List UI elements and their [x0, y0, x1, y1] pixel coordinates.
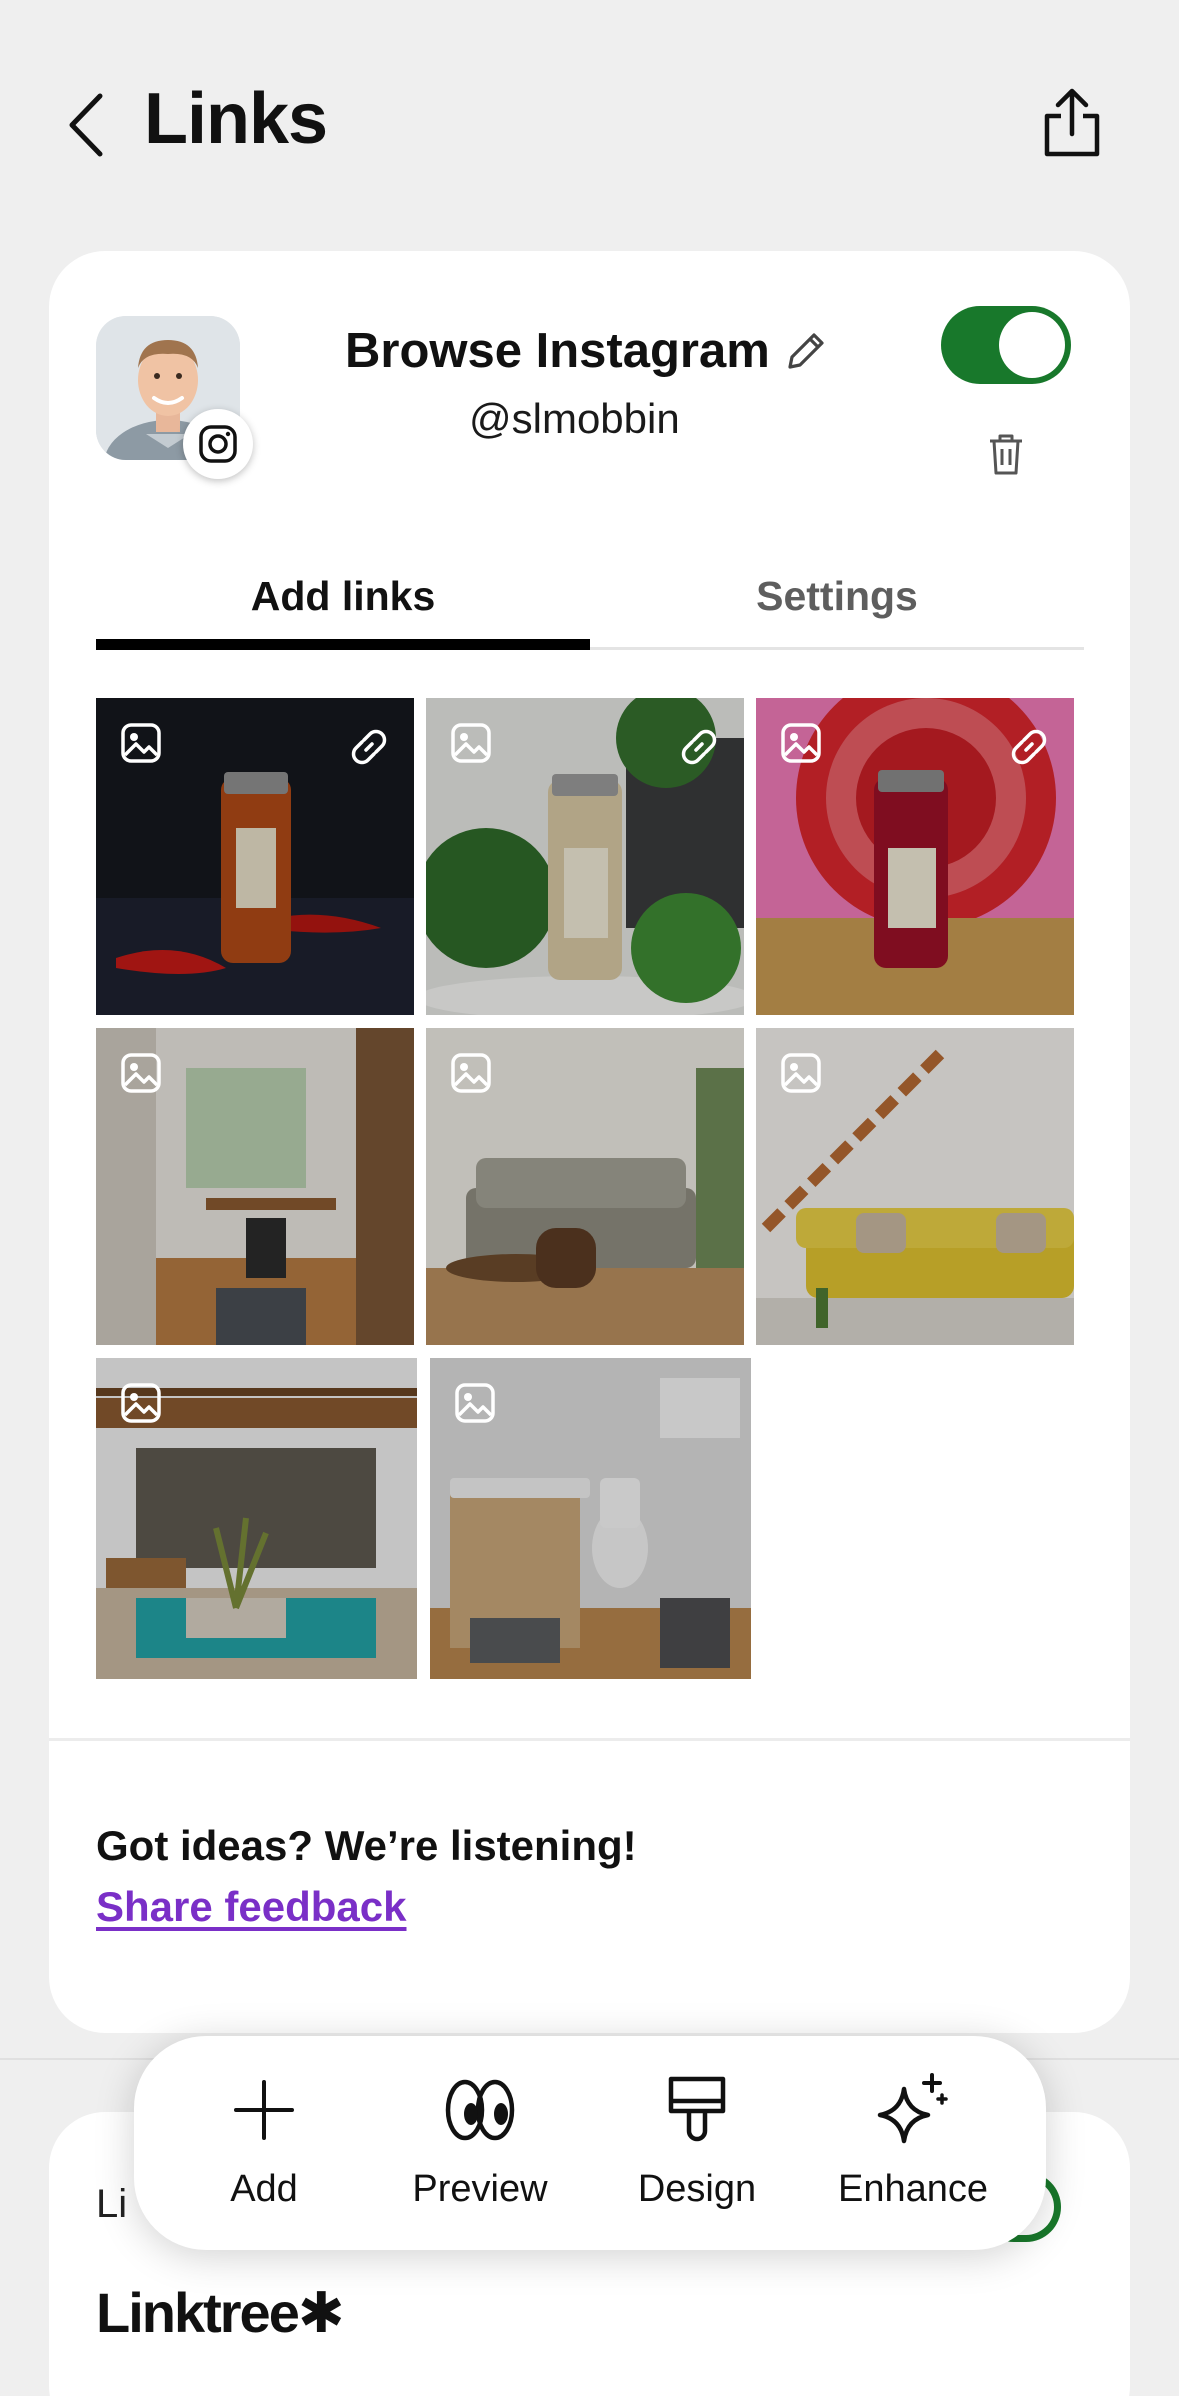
enhance-button[interactable]: Enhance: [813, 2070, 1013, 2230]
active-tab-indicator: [96, 639, 590, 650]
bottom-action-bar: Add Preview Design Enhance: [134, 2036, 1046, 2250]
share-button[interactable]: [1034, 82, 1110, 162]
design-button[interactable]: Design: [597, 2070, 797, 2230]
image-icon: [455, 1383, 495, 1423]
grid-tile[interactable]: [756, 1028, 1074, 1345]
grid-tile[interactable]: [426, 1028, 744, 1345]
preview-button[interactable]: Preview: [380, 2070, 580, 2230]
enhance-label: Enhance: [837, 2168, 988, 2210]
image-icon: [451, 723, 491, 763]
design-label: Design: [637, 2168, 757, 2210]
grid-tile[interactable]: [96, 1358, 417, 1679]
image-icon: [121, 1053, 161, 1093]
add-button[interactable]: Add: [164, 2070, 364, 2230]
link-icon: [351, 729, 387, 765]
grid-tile[interactable]: [96, 1028, 414, 1345]
tab-bar: Add links Settings: [96, 546, 1084, 650]
instagram-link-card: Browse Instagram @slmobbin Add links Set…: [49, 251, 1130, 2033]
trash-icon: [990, 434, 1022, 475]
link-icon: [1011, 729, 1047, 765]
chevron-left-icon: [69, 93, 103, 157]
delete-button[interactable]: [981, 426, 1031, 482]
paint-brush-icon: [668, 2076, 726, 2142]
link-enabled-toggle[interactable]: [941, 306, 1071, 384]
grid-tile[interactable]: [430, 1358, 751, 1679]
grid-tile[interactable]: [756, 698, 1074, 1015]
image-icon: [781, 1053, 821, 1093]
tab-settings[interactable]: Settings: [590, 546, 1084, 647]
instagram-badge: [183, 409, 253, 479]
link-icon: [681, 729, 717, 765]
plus-icon: [234, 2080, 294, 2140]
edit-pencil-icon[interactable]: [784, 329, 828, 373]
profile-handle: @slmobbin: [469, 395, 680, 442]
page-title: Links: [144, 79, 328, 159]
eyes-icon: [445, 2079, 515, 2141]
image-icon: [121, 723, 161, 763]
share-icon: [1044, 88, 1100, 157]
profile-name-row: Browse Instagram: [345, 323, 828, 379]
instagram-icon: [199, 425, 237, 463]
grid-tile[interactable]: [96, 698, 414, 1015]
share-feedback-link[interactable]: Share feedback: [96, 1883, 407, 1931]
links-screen: Links Browse Instagram @slmobbin Add lin…: [0, 0, 1179, 2396]
feedback-question: Got ideas? We’re listening!: [96, 1822, 637, 1869]
profile-name: Browse Instagram: [345, 324, 770, 378]
sparkle-icon: [877, 2073, 948, 2144]
linktree-card-title: Li: [96, 2182, 128, 2226]
grid-tile[interactable]: [426, 698, 744, 1015]
linktree-logo: Linktree✱: [96, 2281, 345, 2344]
toggle-knob: [999, 312, 1065, 378]
preview-label: Preview: [412, 2168, 548, 2210]
image-icon: [121, 1383, 161, 1423]
back-button[interactable]: [58, 86, 114, 164]
image-icon: [451, 1053, 491, 1093]
add-label: Add: [230, 2168, 298, 2210]
image-icon: [781, 723, 821, 763]
section-divider: [49, 1738, 1130, 1741]
tab-add-links[interactable]: Add links: [96, 546, 590, 647]
